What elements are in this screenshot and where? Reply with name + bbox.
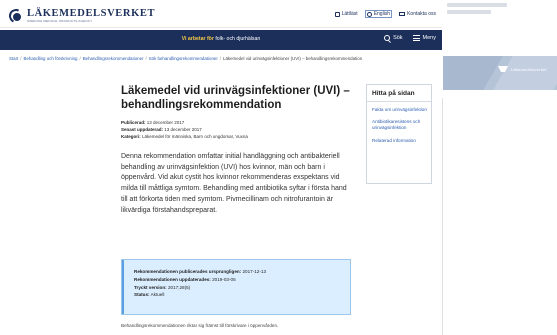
breadcrumb-item[interactable]: Sök behandlingsrekommendationer xyxy=(149,56,218,61)
contact-link[interactable]: Kontakta oss xyxy=(399,11,436,17)
site-header: LÄKEMEDELSVERKET SWEDISH MEDICAL PRODUCT… xyxy=(0,0,442,28)
logo-mark-icon xyxy=(498,66,508,72)
overlay-logo: Läkemedelsverket xyxy=(498,66,547,72)
page-title: Läkemedel vid urinvägsinfektioner (UVI) … xyxy=(121,85,350,111)
info-row: Rekommendationen uppdaterades: 2019-03-0… xyxy=(134,276,236,282)
divider xyxy=(442,98,443,335)
brand-name: LÄKEMEDELSVERKET xyxy=(27,8,156,19)
lead-paragraph: Denna rekommendation omfattar initial ha… xyxy=(121,152,347,215)
overlay-banner xyxy=(443,56,557,90)
toc-link[interactable]: Antibiotikaresistens och urinvägsinfekti… xyxy=(372,119,430,131)
meta-category: Kategori: Läkemedel för människa, Barn o… xyxy=(121,134,248,140)
article: Läkemedel vid urinvägsinfektioner (UVI) … xyxy=(121,84,357,217)
utility-links: Lättläst English Kontakta oss xyxy=(334,10,436,18)
toc-link[interactable]: Fakta om urinvägsinfektion xyxy=(372,107,430,113)
brand-subtitle: SWEDISH MEDICAL PRODUCTS AGENCY xyxy=(27,19,93,23)
logo-icon xyxy=(7,6,25,25)
site-logo[interactable]: LÄKEMEDELSVERKET SWEDISH MEDICAL PRODUCT… xyxy=(7,6,156,25)
info-box: Rekommendationen publicerades ursprungli… xyxy=(121,259,351,315)
search-button[interactable]: Sök xyxy=(384,35,403,41)
hamburger-icon xyxy=(412,35,420,41)
globe-icon xyxy=(366,11,372,17)
english-link[interactable]: English xyxy=(364,10,393,18)
overlay-content xyxy=(443,0,557,56)
info-row: Status: Aktuell xyxy=(134,292,165,298)
meta-updated: Senast uppdaterad: 13 december 2017 xyxy=(121,127,202,133)
main-page: LÄKEMEDELSVERKET SWEDISH MEDICAL PRODUCT… xyxy=(0,0,442,335)
breadcrumb: Start / Behandling och förskrivning / Behand… xyxy=(9,56,363,61)
footer-paragraph: Behandlingsrekommendationen riktar sig f… xyxy=(121,323,279,328)
search-icon xyxy=(384,35,391,41)
toc-link[interactable]: Relaterad information xyxy=(372,138,430,144)
article-meta: Publicerad: 13 december 2017 Senast uppd… xyxy=(121,119,357,141)
toc-title: Hitta på sidan xyxy=(372,90,415,97)
main-navbar: Vi arbetar för folk- och djurhälsan Sök … xyxy=(0,30,442,50)
easy-read-link[interactable]: Lättläst xyxy=(334,11,358,17)
menu-button[interactable]: Meny xyxy=(412,35,436,41)
breadcrumb-item[interactable]: Behandlingsrekommendationer xyxy=(83,56,144,61)
mail-icon xyxy=(399,12,406,16)
meta-published: Publicerad: 13 december 2017 xyxy=(121,120,185,125)
breadcrumb-item[interactable]: Start xyxy=(9,56,18,61)
info-row: Tryckt version: 2017;28(5) xyxy=(134,284,191,290)
page-toc: Hitta på sidan Fakta om urinvägsinfektio… xyxy=(366,84,432,184)
tagline: Vi arbetar för folk- och djurhälsan xyxy=(181,36,261,42)
easy-read-icon xyxy=(334,11,340,17)
overlay-window: Läkemedelsverket xyxy=(443,0,557,98)
info-row: Rekommendationen publicerades ursprungli… xyxy=(134,269,266,274)
breadcrumb-current: Läkemedel vid urinvägsinfektioner (UVI) … xyxy=(223,56,363,61)
breadcrumb-item[interactable]: Behandling och förskrivning xyxy=(24,56,78,61)
